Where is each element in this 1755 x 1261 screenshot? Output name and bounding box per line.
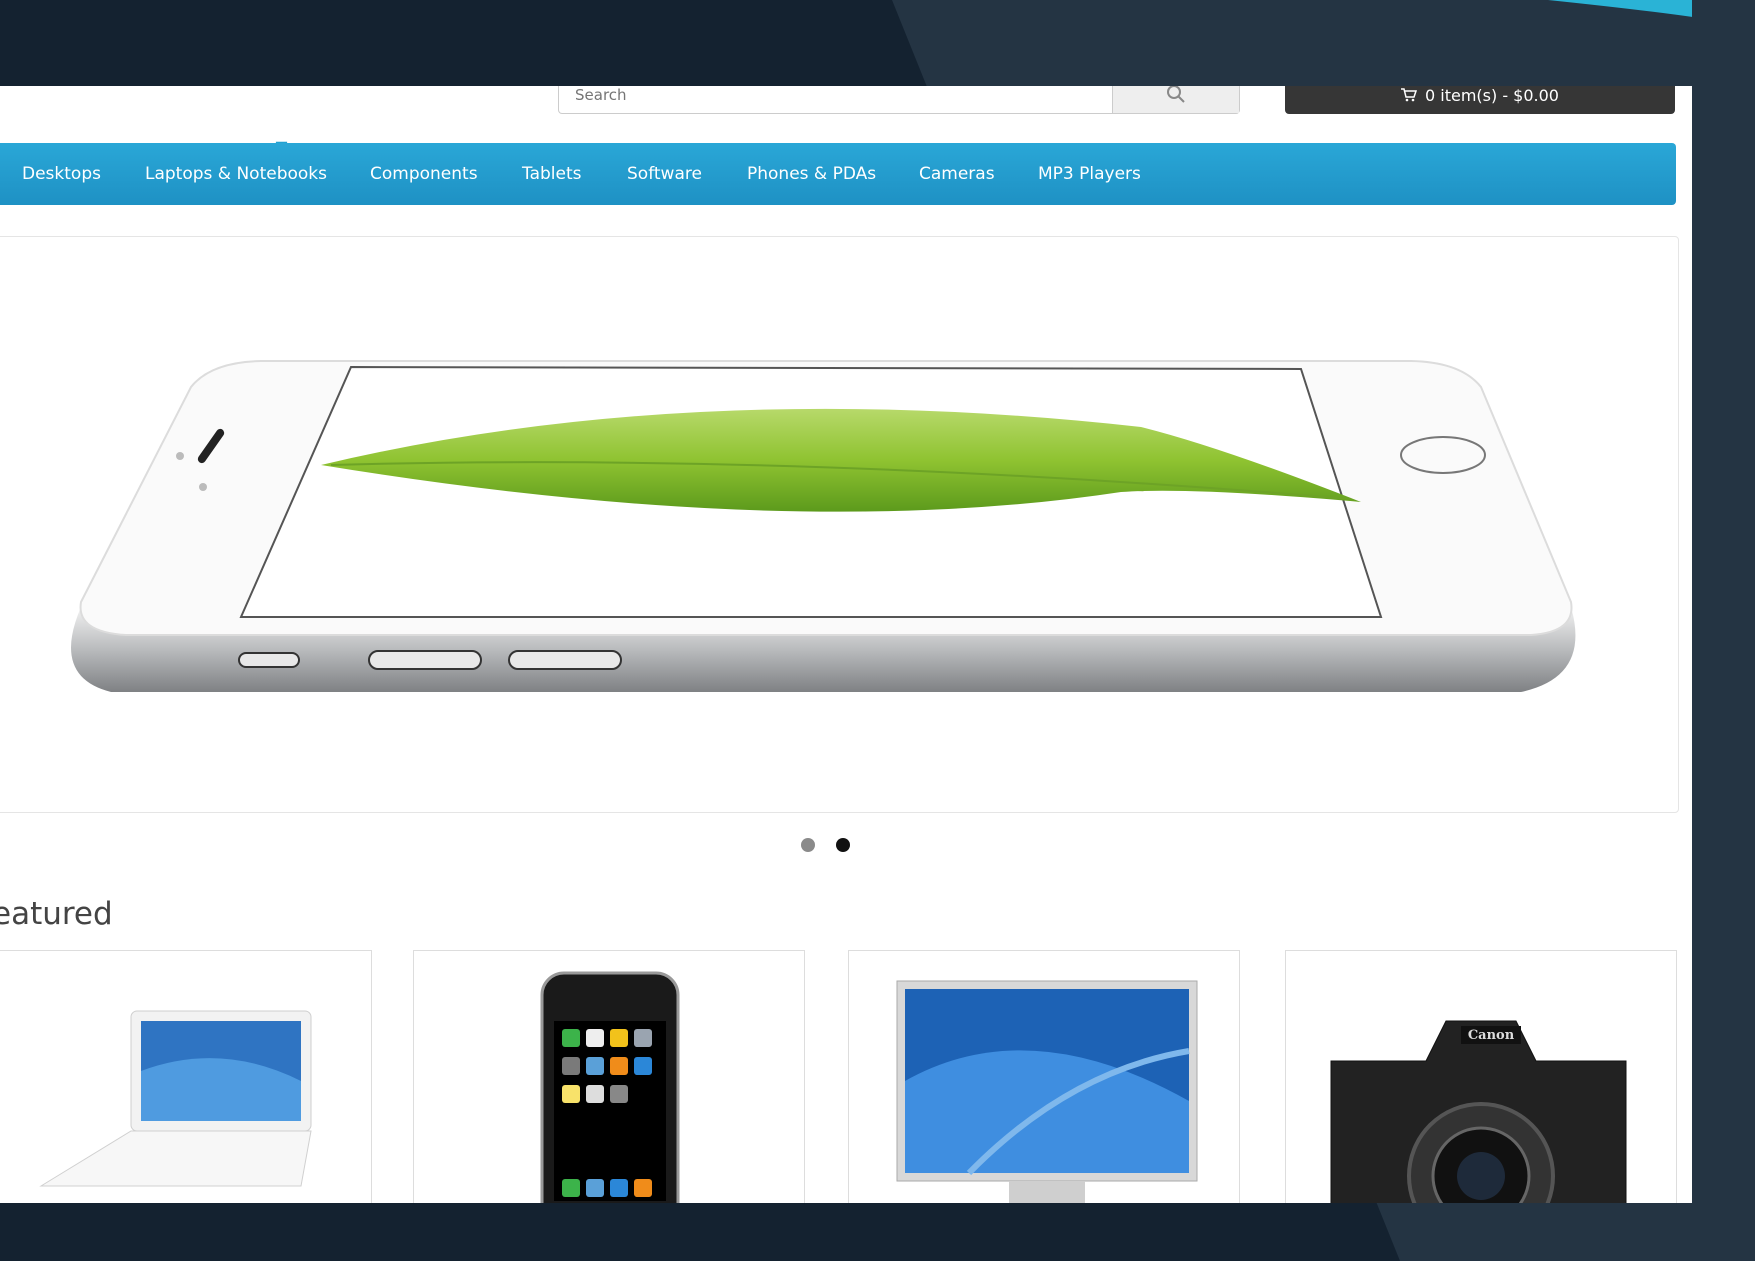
menu-item-tablets[interactable]: Tablets <box>522 143 581 205</box>
slideshow-dot-1[interactable] <box>801 838 815 852</box>
product-card[interactable]: Canon <box>1285 950 1677 1203</box>
search-input[interactable] <box>559 86 1114 113</box>
browser-screen: opencart 0 item(s) - $0.00 Desktops Lapt… <box>0 86 1692 1203</box>
svg-text:Canon: Canon <box>1468 1028 1515 1043</box>
phone-image <box>540 971 680 1203</box>
camera-image: Canon <box>1330 1020 1627 1203</box>
menu-item-cameras[interactable]: Cameras <box>919 143 995 205</box>
category-menu: Desktops Laptops & Notebooks Components … <box>0 143 1676 205</box>
menu-item-components[interactable]: Components <box>370 143 478 205</box>
product-card[interactable] <box>413 950 805 1203</box>
monitor-image <box>896 980 1198 1203</box>
menu-item-laptops-notebooks[interactable]: Laptops & Notebooks <box>145 143 327 205</box>
search-bar <box>558 86 1240 114</box>
shopping-cart-icon <box>1401 88 1417 102</box>
search-icon <box>1167 86 1185 103</box>
iphone-banner-image <box>71 360 1576 692</box>
featured-heading: eatured <box>0 896 113 932</box>
search-button[interactable] <box>1112 86 1239 113</box>
menu-item-mp3-players[interactable]: MP3 Players <box>1038 143 1141 205</box>
laptop-image <box>39 1010 312 1187</box>
cart-total: 0 item(s) - $0.00 <box>1425 86 1559 105</box>
menu-item-phones-pdas[interactable]: Phones & PDAs <box>747 143 876 205</box>
menu-item-software[interactable]: Software <box>627 143 702 205</box>
slideshow-dot-2[interactable] <box>836 838 850 852</box>
menu-item-desktops[interactable]: Desktops <box>22 143 101 205</box>
product-card[interactable] <box>848 950 1240 1203</box>
cart-button[interactable]: 0 item(s) - $0.00 <box>1285 86 1675 114</box>
product-card[interactable] <box>0 950 372 1203</box>
slideshow-banner[interactable] <box>0 236 1679 813</box>
